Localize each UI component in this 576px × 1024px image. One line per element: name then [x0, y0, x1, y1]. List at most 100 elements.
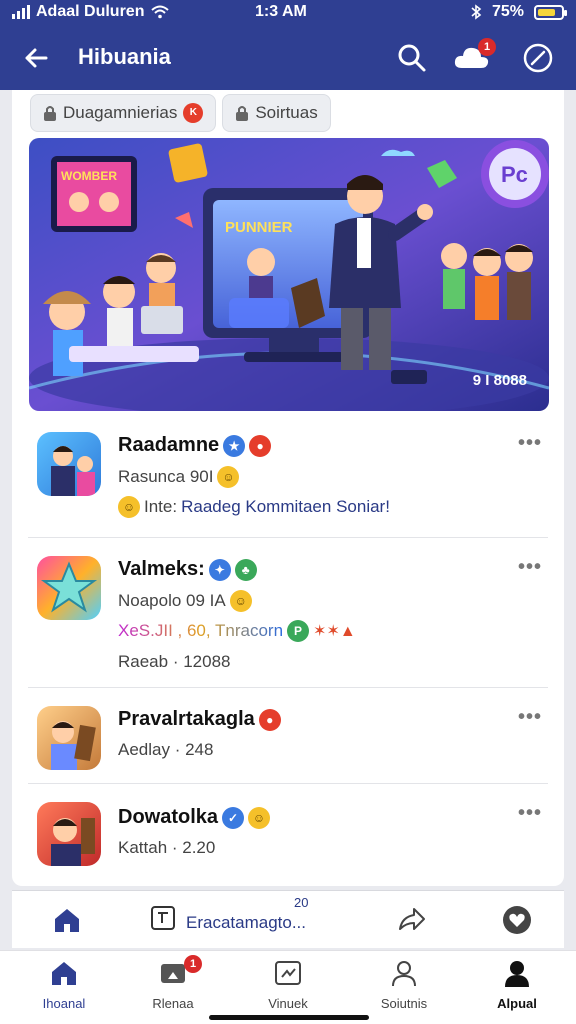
post-tags: XeS.JII , 60, Tnracorn — [118, 621, 284, 640]
post-author: Pravalrtakagla ● — [118, 708, 281, 731]
post-link-row: ☺ Inte: Raadeg Kommitaen Soniar! — [118, 496, 390, 518]
avatar — [37, 706, 101, 770]
list-item[interactable]: Raadamne ★ ● Rasunca 90I ☺ ☺ Inte: Raade… — [28, 420, 548, 538]
top-app-bar: Adaal Duluren 1:3 AM 75% Hibuania 1 — [0, 0, 576, 90]
chip-label: Soirtuas — [255, 103, 318, 122]
chat-icon: ✦ — [208, 558, 231, 581]
tab-label: Alpual — [497, 996, 537, 1011]
post-meta: Noapolo 09 IA ☺ — [118, 590, 252, 612]
p-badge-icon: P — [287, 620, 310, 642]
tv-text: WOMBER — [61, 169, 117, 183]
post-author-name: Pravalrtakagla — [118, 708, 255, 730]
status-bar: Adaal Duluren 1:3 AM 75% — [0, 0, 576, 26]
navigation-bar: Hibuania 1 — [0, 30, 576, 86]
tab-label: Vinuek — [268, 996, 308, 1011]
action-row: Eracatamagto... 20 — [12, 890, 564, 948]
screen-text: PUNNIER — [225, 219, 293, 236]
fire-icon: ● — [249, 434, 272, 457]
post-link-prefix: Inte: — [144, 497, 178, 516]
sparkle-icon: ✶✶▲ — [313, 623, 356, 640]
verified-icon: ★ — [223, 434, 246, 457]
filter-chips: Duagamnierias K Soirtuas — [30, 94, 331, 132]
battery-percent: 75% — [491, 3, 524, 20]
post-stat-text: Aedlay · 248 — [118, 740, 214, 759]
post-stat: Raeab · 12088 — [118, 652, 230, 672]
post-stat-text: Raeab · 12088 — [118, 652, 231, 671]
post-author-name: Dowatolka — [118, 806, 219, 828]
list-item[interactable]: Pravalrtakagla ● Aedlay · 248 ••• — [28, 688, 548, 784]
chip-soirtuas[interactable]: Soirtuas — [222, 94, 331, 132]
post-author-name: Raadamne — [118, 434, 220, 456]
post-tags-row: XeS.JII , 60, Tnracorn P ✶✶▲ — [118, 620, 356, 642]
battery-icon — [534, 4, 567, 20]
fire-icon: ● — [258, 708, 281, 731]
smile-emoji-icon: ☺ — [217, 466, 240, 488]
grin-emoji-icon: ☺ — [118, 496, 140, 518]
document-icon[interactable] — [150, 905, 176, 931]
post-meta-text: Noapolo 09 IA — [118, 591, 226, 610]
feed-card: Duagamnierias K Soirtuas WOMBER PUNNIER … — [12, 90, 564, 886]
post-link[interactable]: Raadeg Kommitaen Soniar! — [181, 497, 390, 517]
tab-label: Rlenaa — [152, 996, 194, 1011]
wifi-icon — [151, 5, 170, 19]
tab-label: Soiutnis — [380, 996, 428, 1011]
hero-counter: 9 I 8088 — [472, 372, 527, 389]
home-icon — [52, 962, 76, 985]
post-stat: Aedlay · 248 — [118, 740, 213, 760]
tab-account[interactable]: Alpual — [462, 959, 572, 1011]
list-item[interactable]: Valmeks: ✦ ♣ Noapolo 09 IA ☺ XeS.JII , 6… — [28, 538, 548, 688]
signal-icon — [12, 5, 30, 19]
heart-icon[interactable] — [502, 905, 532, 935]
action-badge: 20 — [294, 895, 309, 910]
list-item[interactable]: Dowatolka ✓ ☺ Kattah · 2.20 ••• — [28, 784, 548, 884]
post-author-name: Valmeks: — [118, 558, 205, 580]
more-options-button[interactable]: ••• — [518, 706, 542, 729]
search-icon[interactable] — [394, 40, 430, 76]
tab-media[interactable]: 1 Rlenaa — [118, 955, 228, 1011]
action-label[interactable]: Eracatamagto... — [186, 913, 306, 933]
post-author: Valmeks: ✦ ♣ — [118, 558, 257, 581]
hero-banner[interactable]: WOMBER PUNNIER Pc 9 I 8088 — [29, 138, 549, 411]
tab-profile[interactable]: Soiutnis — [349, 959, 459, 1011]
back-arrow-icon[interactable] — [18, 40, 54, 76]
tab-badge: 1 — [184, 955, 202, 973]
tab-label: Ihoanal — [42, 996, 86, 1011]
post-meta: Rasunca 90I ☺ — [118, 466, 240, 488]
lock-icon — [44, 106, 56, 121]
hero-illustration: WOMBER PUNNIER Pc — [29, 138, 549, 411]
more-options-button[interactable]: ••• — [518, 802, 542, 825]
compose-icon[interactable] — [520, 40, 556, 76]
status-time: 1:3 AM — [255, 3, 307, 20]
lock-icon — [236, 106, 249, 121]
bubble-text: Pc — [501, 162, 528, 187]
avatar — [37, 432, 101, 496]
chip-label: Duagamnierias — [63, 103, 178, 122]
share-icon[interactable] — [396, 905, 426, 935]
post-meta-text: Rasunca 90I — [118, 467, 214, 486]
tab-home[interactable]: Ihoanal — [9, 959, 119, 1011]
post-stat: Kattah · 2.20 — [118, 838, 215, 858]
home-icon[interactable] — [52, 905, 82, 935]
bluetooth-icon — [471, 4, 482, 20]
verified-check-icon: ✓ — [222, 806, 245, 829]
post-author: Raadamne ★ ● — [118, 434, 272, 457]
video-icon — [275, 961, 301, 985]
notification-badge: 1 — [478, 38, 496, 56]
tab-video[interactable]: Vinuek — [233, 959, 343, 1011]
smile-emoji-icon: ☺ — [229, 590, 252, 612]
home-indicator — [209, 1015, 369, 1020]
more-options-button[interactable]: ••• — [518, 556, 542, 579]
carrier-name: Adaal Duluren — [36, 3, 145, 20]
bottom-tab-bar: Ihoanal 1 Rlenaa Vinuek Soiutnis Alpual — [0, 950, 576, 1024]
post-stat-text: Kattah · 2.20 — [118, 838, 216, 857]
more-options-button[interactable]: ••• — [518, 432, 542, 455]
chip-badge: K — [183, 103, 204, 123]
page-title: Hibuania — [78, 44, 171, 69]
smile-emoji-icon: ☺ — [248, 806, 271, 829]
leaf-icon: ♣ — [234, 558, 257, 581]
chip-duagamnierias[interactable]: Duagamnierias K — [30, 94, 217, 132]
cloud-notifications-button[interactable]: 1 — [452, 38, 496, 78]
person-filled-icon — [505, 961, 529, 987]
avatar — [37, 556, 101, 620]
avatar — [37, 802, 101, 866]
